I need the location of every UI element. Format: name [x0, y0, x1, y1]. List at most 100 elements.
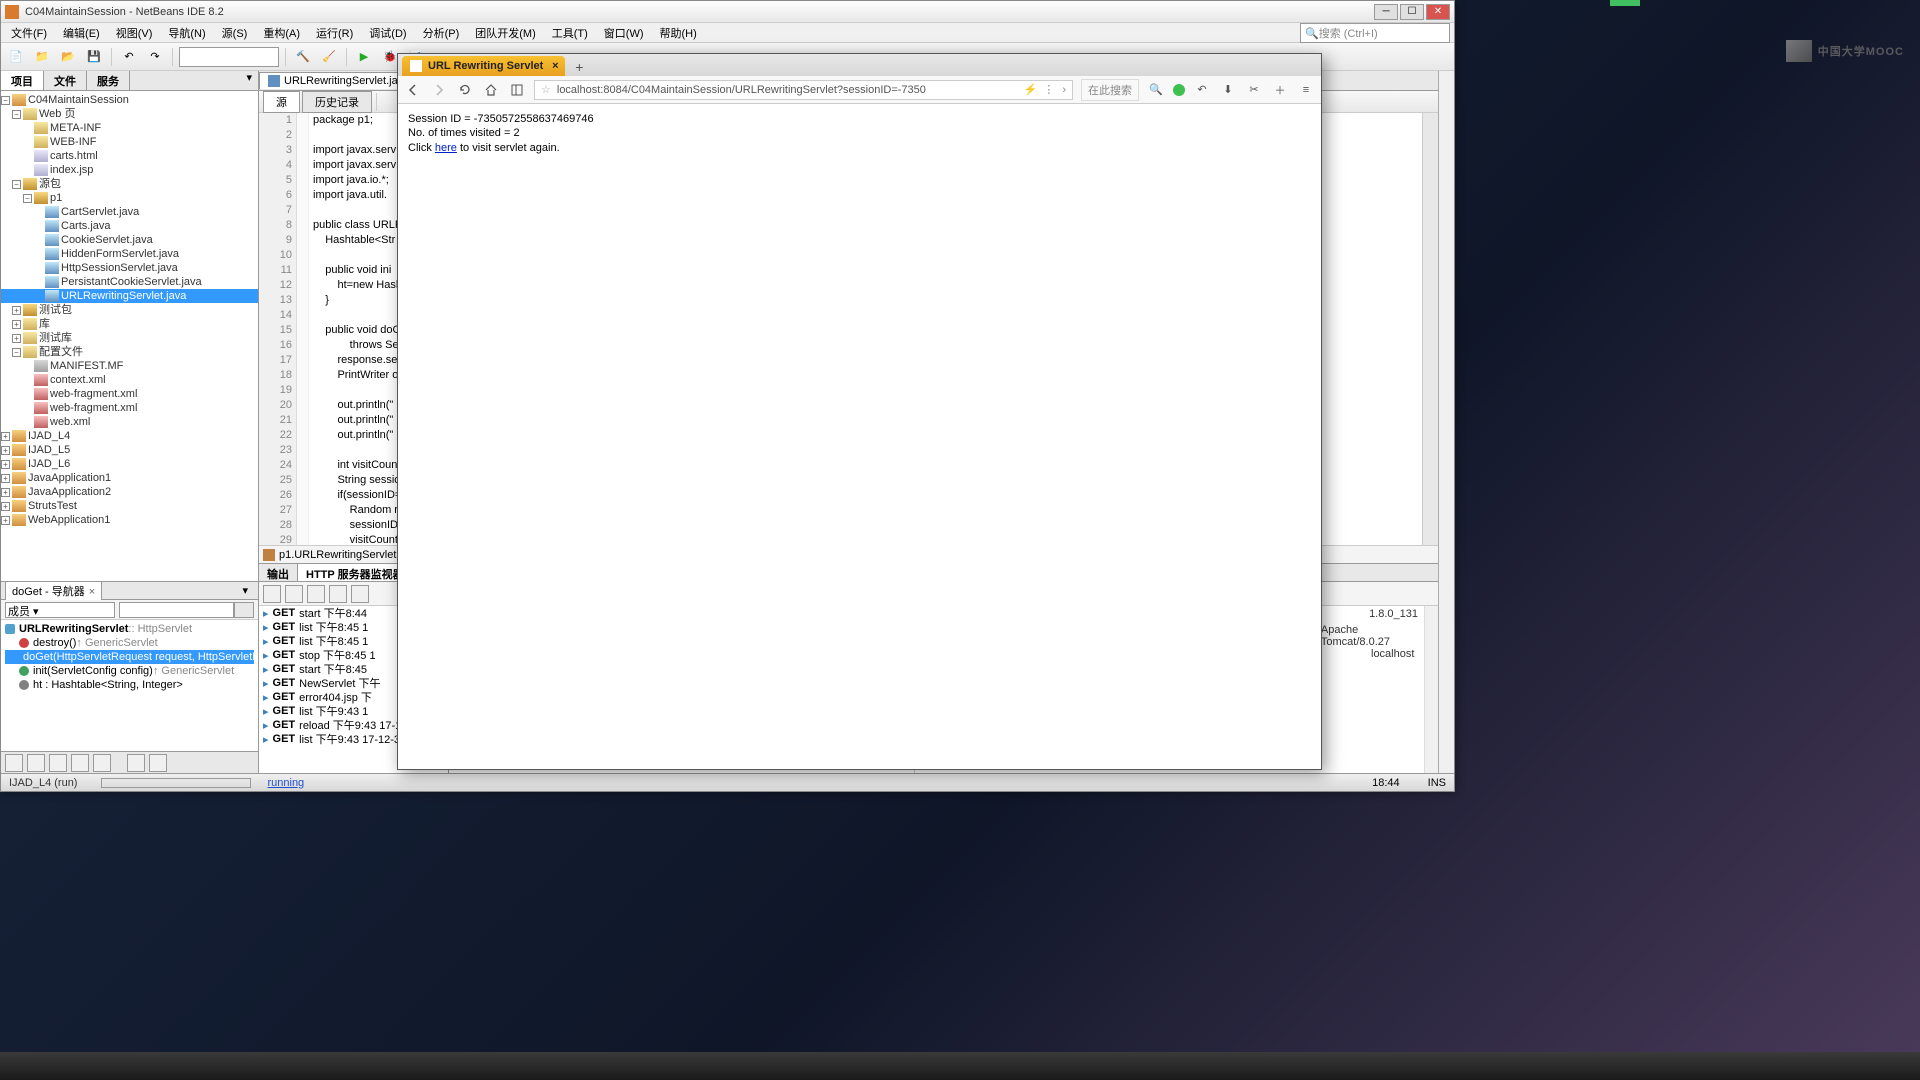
- open-button[interactable]: 📂: [57, 46, 79, 68]
- monitor-btn-5[interactable]: [351, 585, 369, 603]
- browser-tab-close[interactable]: ×: [549, 60, 561, 72]
- tree-node[interactable]: CartServlet.java: [1, 205, 258, 219]
- fold-strip[interactable]: [297, 113, 309, 545]
- tree-node[interactable]: WEB-INF: [1, 135, 258, 149]
- tree-node[interactable]: −配置文件: [1, 345, 258, 359]
- tree-node[interactable]: −Web 页: [1, 107, 258, 121]
- browser-plus-icon[interactable]: ＋: [1271, 81, 1289, 99]
- tree-node[interactable]: META-INF: [1, 121, 258, 135]
- menu-item[interactable]: 文件(F): [5, 23, 53, 43]
- config-dropdown[interactable]: [179, 47, 279, 67]
- tree-node[interactable]: PersistantCookieServlet.java: [1, 275, 258, 289]
- os-taskbar[interactable]: [0, 1052, 1920, 1080]
- tree-node[interactable]: +WebApplication1: [1, 513, 258, 527]
- tree-toggle[interactable]: +: [12, 320, 21, 329]
- menu-item[interactable]: 团队开发(M): [469, 23, 542, 43]
- tree-node[interactable]: carts.html: [1, 149, 258, 163]
- tree-toggle[interactable]: +: [1, 474, 10, 483]
- monitor-btn-2[interactable]: [285, 585, 303, 603]
- ide-right-scrollbar[interactable]: [1438, 71, 1454, 773]
- project-tab[interactable]: 服务: [87, 71, 130, 90]
- browser-search-hint[interactable]: 在此搜索: [1081, 79, 1139, 101]
- tree-node[interactable]: +JavaApplication1: [1, 471, 258, 485]
- tree-toggle[interactable]: +: [1, 460, 10, 469]
- browser-tab-active[interactable]: URL Rewriting Servlet ×: [402, 56, 565, 76]
- search-input[interactable]: 🔍 搜索 (Ctrl+I): [1300, 23, 1450, 43]
- menu-item[interactable]: 重构(A): [257, 23, 306, 43]
- tree-node[interactable]: −p1: [1, 191, 258, 205]
- save-all-button[interactable]: 💾: [83, 46, 105, 68]
- reader-icon[interactable]: ⚡: [1024, 83, 1038, 96]
- project-tab[interactable]: 项目: [1, 71, 44, 90]
- monitor-btn-4[interactable]: [329, 585, 347, 603]
- browser-cut-icon[interactable]: ✂: [1245, 81, 1263, 99]
- output-tab[interactable]: HTTP 服务器监视器: [298, 564, 413, 581]
- tree-node[interactable]: context.xml: [1, 373, 258, 387]
- tree-node[interactable]: MANIFEST.MF: [1, 359, 258, 373]
- tree-node[interactable]: web-fragment.xml: [1, 387, 258, 401]
- browser-search-icon[interactable]: 🔍: [1147, 81, 1165, 99]
- monitor-btn-1[interactable]: [263, 585, 281, 603]
- tree-toggle[interactable]: +: [1, 432, 10, 441]
- star-icon[interactable]: ☆: [541, 83, 551, 96]
- tree-node[interactable]: −源包: [1, 177, 258, 191]
- navigator-close[interactable]: ×: [89, 586, 95, 598]
- monitor-scrollbar[interactable]: [1424, 606, 1438, 773]
- nav-btn-6[interactable]: [127, 754, 145, 772]
- new-file-button[interactable]: 📄: [5, 46, 27, 68]
- browser-new-tab[interactable]: +: [569, 58, 589, 76]
- menu-item[interactable]: 源(S): [216, 23, 254, 43]
- browser-reload-button[interactable]: [456, 81, 474, 99]
- project-tree[interactable]: −C04MaintainSession−Web 页META-INFWEB-INF…: [1, 91, 258, 581]
- nav-btn-5[interactable]: [93, 754, 111, 772]
- nav-member-row[interactable]: doGet(HttpServletRequest request, HttpSe…: [5, 650, 254, 664]
- tree-node[interactable]: −C04MaintainSession: [1, 93, 258, 107]
- menu-item[interactable]: 工具(T): [546, 23, 594, 43]
- tree-node[interactable]: HttpSessionServlet.java: [1, 261, 258, 275]
- navigator-mode-select[interactable]: 成员 ▾: [5, 602, 115, 618]
- run-button[interactable]: ▶: [353, 46, 375, 68]
- project-tabs-dropdown[interactable]: ▾: [240, 71, 258, 90]
- nav-member-row[interactable]: ht : Hashtable<String, Integer>: [5, 678, 254, 692]
- menu-item[interactable]: 运行(R): [310, 23, 359, 43]
- nav-member-row[interactable]: init(ServletConfig config) ↑ GenericServ…: [5, 664, 254, 678]
- tree-node[interactable]: CookieServlet.java: [1, 233, 258, 247]
- nav-btn-2[interactable]: [27, 754, 45, 772]
- tree-node[interactable]: +IJAD_L6: [1, 457, 258, 471]
- browser-menu-icon[interactable]: ≡: [1297, 81, 1315, 99]
- editor-tab-urlrewriting[interactable]: URLRewritingServlet.java: [259, 72, 418, 89]
- tree-toggle[interactable]: +: [1, 488, 10, 497]
- redo-button[interactable]: ↷: [144, 46, 166, 68]
- tree-node[interactable]: +IJAD_L5: [1, 443, 258, 457]
- tree-toggle[interactable]: +: [1, 516, 10, 525]
- menu-item[interactable]: 导航(N): [162, 23, 211, 43]
- browser-back-button[interactable]: [404, 81, 422, 99]
- tree-toggle[interactable]: −: [23, 194, 32, 203]
- tree-node[interactable]: +测试库: [1, 331, 258, 345]
- nav-member-row[interactable]: destroy() ↑ GenericServlet: [5, 636, 254, 650]
- tree-node[interactable]: +JavaApplication2: [1, 485, 258, 499]
- menu-item[interactable]: 视图(V): [110, 23, 159, 43]
- addr-dropdown-icon[interactable]: ⋮: [1043, 83, 1054, 96]
- nav-btn-4[interactable]: [71, 754, 89, 772]
- tree-node[interactable]: +库: [1, 317, 258, 331]
- navigator-tab[interactable]: doGet - 导航器×: [5, 581, 102, 600]
- tree-toggle[interactable]: −: [12, 110, 21, 119]
- browser-download-icon[interactable]: ⬇: [1219, 81, 1237, 99]
- menu-item[interactable]: 窗口(W): [598, 23, 650, 43]
- tree-node[interactable]: web.xml: [1, 415, 258, 429]
- close-button[interactable]: ✕: [1426, 4, 1450, 20]
- new-project-button[interactable]: 📁: [31, 46, 53, 68]
- nav-class-row[interactable]: URLRewritingServlet :: HttpServlet: [5, 622, 254, 636]
- tree-node[interactable]: +测试包: [1, 303, 258, 317]
- browser-undo-icon[interactable]: ↶: [1193, 81, 1211, 99]
- navigator-filter-input[interactable]: [119, 602, 234, 618]
- clean-build-button[interactable]: 🧹: [318, 46, 340, 68]
- nav-btn-7[interactable]: [149, 754, 167, 772]
- build-button[interactable]: 🔨: [292, 46, 314, 68]
- tree-toggle[interactable]: −: [12, 180, 21, 189]
- tree-node[interactable]: +StrutsTest: [1, 499, 258, 513]
- tree-toggle[interactable]: −: [12, 348, 21, 357]
- menu-item[interactable]: 分析(P): [417, 23, 466, 43]
- project-tab[interactable]: 文件: [44, 71, 87, 90]
